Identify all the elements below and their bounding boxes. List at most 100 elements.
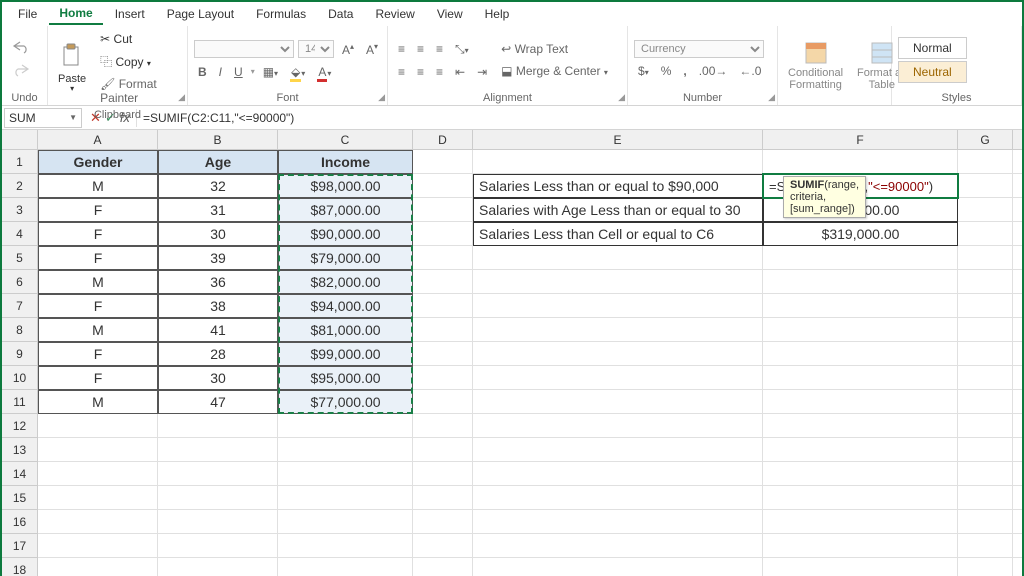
cell-D12[interactable] — [413, 414, 473, 438]
cell-D14[interactable] — [413, 462, 473, 486]
cell-C17[interactable] — [278, 534, 413, 558]
align-center-button[interactable]: ≡ — [413, 63, 428, 81]
cell-B16[interactable] — [158, 510, 278, 534]
cell-F1[interactable] — [763, 150, 958, 174]
fill-color-button[interactable]: ⬙▾ — [286, 63, 309, 81]
cell-B8[interactable]: 41 — [158, 318, 278, 342]
cell-D6[interactable] — [413, 270, 473, 294]
cell-B11[interactable]: 47 — [158, 390, 278, 414]
cell-E14[interactable] — [473, 462, 763, 486]
cell-D7[interactable] — [413, 294, 473, 318]
cell-B9[interactable]: 28 — [158, 342, 278, 366]
font-launcher-icon[interactable]: ◢ — [378, 92, 385, 103]
number-launcher-icon[interactable]: ◢ — [768, 92, 775, 103]
col-header-H[interactable]: H — [1013, 130, 1022, 150]
clipboard-launcher-icon[interactable]: ◢ — [178, 92, 185, 103]
cell-F9[interactable] — [763, 342, 958, 366]
row-header-12[interactable]: 12 — [2, 414, 38, 438]
cell-H10[interactable] — [1013, 366, 1022, 390]
cell-F7[interactable] — [763, 294, 958, 318]
cell-H13[interactable] — [1013, 438, 1022, 462]
cell-E7[interactable] — [473, 294, 763, 318]
cell-H17[interactable] — [1013, 534, 1022, 558]
cell-A17[interactable] — [38, 534, 158, 558]
cell-G13[interactable] — [958, 438, 1013, 462]
row-header-2[interactable]: 2 — [2, 174, 38, 198]
cell-F18[interactable] — [763, 558, 958, 576]
bold-button[interactable]: B — [194, 63, 211, 81]
cell-B1[interactable]: Age — [158, 150, 278, 174]
currency-button[interactable]: $▾ — [634, 62, 653, 80]
cell-G1[interactable] — [958, 150, 1013, 174]
col-header-G[interactable]: G — [958, 130, 1013, 150]
menu-help[interactable]: Help — [475, 4, 520, 24]
cell-B17[interactable] — [158, 534, 278, 558]
cell-E16[interactable] — [473, 510, 763, 534]
col-header-C[interactable]: C — [278, 130, 413, 150]
cell-D4[interactable] — [413, 222, 473, 246]
cell-A18[interactable] — [38, 558, 158, 576]
formula-input[interactable]: =SUMIF(C2:C11,"<=90000") — [136, 109, 1022, 127]
cell-G8[interactable] — [958, 318, 1013, 342]
cell-F6[interactable] — [763, 270, 958, 294]
cell-E6[interactable] — [473, 270, 763, 294]
cell-C5[interactable]: $79,000.00 — [278, 246, 413, 270]
cell-A11[interactable]: M — [38, 390, 158, 414]
cell-C9[interactable]: $99,000.00 — [278, 342, 413, 366]
cell-F13[interactable] — [763, 438, 958, 462]
comma-button[interactable]: , — [679, 62, 690, 80]
cell-D8[interactable] — [413, 318, 473, 342]
borders-button[interactable]: ▦▾ — [259, 63, 282, 81]
cut-button[interactable]: ✂ Cut — [96, 30, 181, 48]
cell-A13[interactable] — [38, 438, 158, 462]
alignment-launcher-icon[interactable]: ◢ — [618, 92, 625, 103]
row-header-13[interactable]: 13 — [2, 438, 38, 462]
menu-page-layout[interactable]: Page Layout — [157, 4, 244, 24]
row-header-18[interactable]: 18 — [2, 558, 38, 576]
cell-C18[interactable] — [278, 558, 413, 576]
cell-D18[interactable] — [413, 558, 473, 576]
cell-G2[interactable] — [958, 174, 1013, 198]
cell-A10[interactable]: F — [38, 366, 158, 390]
cell-F8[interactable] — [763, 318, 958, 342]
cell-H14[interactable] — [1013, 462, 1022, 486]
cell-B14[interactable] — [158, 462, 278, 486]
cell-E18[interactable] — [473, 558, 763, 576]
cell-F5[interactable] — [763, 246, 958, 270]
italic-button[interactable]: I — [215, 63, 226, 81]
paste-button[interactable]: Paste▾ — [54, 30, 90, 107]
cell-C7[interactable]: $94,000.00 — [278, 294, 413, 318]
row-header-1[interactable]: 1 — [2, 150, 38, 174]
cell-E13[interactable] — [473, 438, 763, 462]
cell-H11[interactable] — [1013, 390, 1022, 414]
cell-B7[interactable]: 38 — [158, 294, 278, 318]
cell-E17[interactable] — [473, 534, 763, 558]
increase-font-button[interactable]: A▴ — [338, 40, 358, 59]
indent-dec-button[interactable]: ⇤ — [451, 63, 469, 81]
orientation-button[interactable]: ⤡▾ — [451, 40, 473, 59]
style-normal[interactable]: Normal — [898, 37, 967, 59]
cell-H12[interactable] — [1013, 414, 1022, 438]
undo-button[interactable] — [8, 38, 34, 59]
cell-H3[interactable] — [1013, 198, 1022, 222]
row-header-3[interactable]: 3 — [2, 198, 38, 222]
cell-D11[interactable] — [413, 390, 473, 414]
cell-G11[interactable] — [958, 390, 1013, 414]
col-header-D[interactable]: D — [413, 130, 473, 150]
cell-H7[interactable] — [1013, 294, 1022, 318]
cell-D1[interactable] — [413, 150, 473, 174]
cell-A1[interactable]: Gender — [38, 150, 158, 174]
cell-G5[interactable] — [958, 246, 1013, 270]
font-size-select[interactable]: 14 — [298, 40, 334, 58]
select-all-corner[interactable] — [2, 130, 38, 150]
cell-H16[interactable] — [1013, 510, 1022, 534]
row-header-11[interactable]: 11 — [2, 390, 38, 414]
cell-C6[interactable]: $82,000.00 — [278, 270, 413, 294]
cell-F11[interactable] — [763, 390, 958, 414]
cell-C12[interactable] — [278, 414, 413, 438]
cell-A14[interactable] — [38, 462, 158, 486]
align-bottom-button[interactable]: ≡ — [432, 40, 447, 58]
cell-G9[interactable] — [958, 342, 1013, 366]
cell-E15[interactable] — [473, 486, 763, 510]
menu-home[interactable]: Home — [49, 3, 102, 25]
